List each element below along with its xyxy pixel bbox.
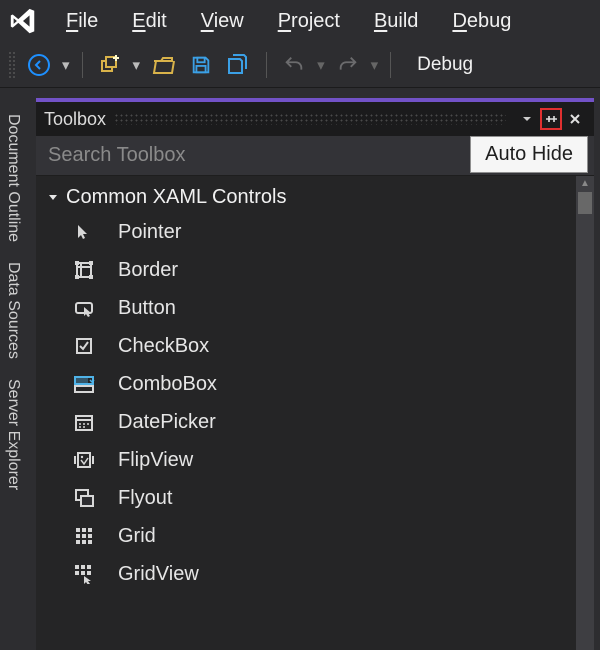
toolbar-grip-icon: [8, 51, 16, 79]
toolbox-scrollbar[interactable]: ▲: [576, 176, 594, 650]
flipview-icon: [72, 448, 96, 472]
vs-logo-icon: [6, 4, 40, 38]
toolbox-item-button[interactable]: Button: [36, 289, 576, 327]
menu-debug[interactable]: Debug: [444, 6, 519, 37]
toolbox-item-flipview[interactable]: FlipView: [36, 441, 576, 479]
side-tab-document-outline[interactable]: Document Outline: [2, 108, 24, 248]
panel-title-label: Toolbox: [44, 109, 106, 130]
title-grip-icon[interactable]: [114, 113, 506, 125]
side-tab-strip: Document Outline Data Sources Server Exp…: [0, 88, 26, 650]
category-common-xaml-controls[interactable]: Common XAML Controls: [36, 182, 576, 213]
toolbox-panel: Toolbox Auto Hide ▾: [36, 98, 594, 650]
checkbox-icon: [72, 334, 96, 358]
menu-file[interactable]: File: [58, 6, 106, 37]
item-label: Flyout: [118, 487, 172, 510]
config-combo[interactable]: Debug: [403, 48, 487, 82]
toolbar-separator: [390, 52, 391, 78]
item-label: FlipView: [118, 449, 193, 472]
expand-triangle-icon: [46, 191, 60, 205]
side-tab-data-sources[interactable]: Data Sources: [2, 256, 24, 365]
gridview-icon: [72, 562, 96, 586]
item-label: Grid: [118, 525, 156, 548]
panel-dropdown-button[interactable]: [516, 108, 538, 130]
new-item-button[interactable]: [95, 50, 125, 80]
toolbox-item-flyout[interactable]: Flyout: [36, 479, 576, 517]
toolbox-item-border[interactable]: Border: [36, 251, 576, 289]
item-label: GridView: [118, 563, 199, 586]
auto-hide-pin-button[interactable]: [540, 108, 562, 130]
flyout-icon: [72, 486, 96, 510]
toolbox-item-grid[interactable]: Grid: [36, 517, 576, 555]
toolbox-item-pointer[interactable]: Pointer: [36, 213, 576, 251]
panel-titlebar: Toolbox: [36, 102, 594, 136]
open-button[interactable]: [148, 50, 178, 80]
item-label: DatePicker: [118, 411, 216, 434]
datepicker-icon: [72, 410, 96, 434]
undo-button[interactable]: [279, 50, 309, 80]
menu-view[interactable]: View: [193, 6, 252, 37]
menu-build[interactable]: Build: [366, 6, 426, 37]
item-label: Border: [118, 259, 178, 282]
border-icon: [72, 258, 96, 282]
toolbox-item-combobox[interactable]: ComboBox: [36, 365, 576, 403]
menu-project[interactable]: Project: [270, 6, 348, 37]
toolbox-item-datepicker[interactable]: DatePicker: [36, 403, 576, 441]
pointer-icon: [72, 220, 96, 244]
redo-button[interactable]: [333, 50, 363, 80]
save-all-button[interactable]: [224, 50, 254, 80]
button-icon: [72, 296, 96, 320]
main-toolbar: ▾ ▾ ▾ ▾ Debug: [0, 42, 600, 88]
category-label: Common XAML Controls: [66, 186, 286, 209]
toolbar-separator: [266, 52, 267, 78]
workspace: Document Outline Data Sources Server Exp…: [0, 88, 600, 650]
toolbox-item-checkbox[interactable]: CheckBox: [36, 327, 576, 365]
toolbox-item-gridview[interactable]: GridView: [36, 555, 576, 593]
item-label: CheckBox: [118, 335, 209, 358]
item-label: ComboBox: [118, 373, 217, 396]
side-tab-server-explorer[interactable]: Server Explorer: [2, 373, 24, 496]
auto-hide-tooltip: Auto Hide: [470, 136, 588, 173]
chevron-down-icon[interactable]: ▾: [133, 56, 141, 74]
chevron-down-icon[interactable]: ▾: [317, 56, 325, 74]
menu-edit[interactable]: Edit: [124, 6, 174, 37]
toolbox-tree: Common XAML Controls Pointer Border Butt…: [36, 176, 576, 650]
chevron-down-icon[interactable]: ▾: [371, 56, 379, 74]
scroll-up-icon[interactable]: ▲: [576, 176, 594, 192]
grid-icon: [72, 524, 96, 548]
item-label: Button: [118, 297, 176, 320]
close-panel-button[interactable]: [564, 108, 586, 130]
save-button[interactable]: [186, 50, 216, 80]
combobox-icon: [72, 372, 96, 396]
item-label: Pointer: [118, 221, 181, 244]
scroll-thumb[interactable]: [578, 192, 592, 214]
toolbar-separator: [82, 52, 83, 78]
menu-bar: File Edit View Project Build Debug: [0, 0, 600, 42]
chevron-down-icon[interactable]: ▾: [62, 56, 70, 74]
nav-back-button[interactable]: [24, 50, 54, 80]
